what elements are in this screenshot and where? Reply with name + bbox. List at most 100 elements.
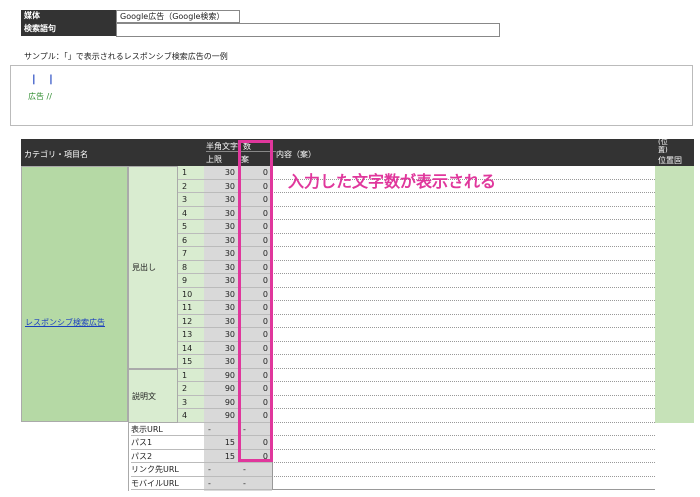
row-content-input[interactable]	[272, 368, 655, 382]
row-content-input[interactable]	[272, 220, 655, 234]
row-limit: -	[204, 423, 239, 436]
table-row: 5 30 0	[21, 220, 694, 234]
extra-row-label: 表示URL	[131, 423, 204, 436]
row-content-input[interactable]	[272, 422, 655, 436]
row-content-input[interactable]	[272, 193, 655, 207]
table-row: 9 30 0	[21, 274, 694, 288]
row-limit: 30	[204, 274, 239, 288]
row-number: 3	[178, 396, 204, 409]
sample-ad-label: 広告 //	[28, 92, 52, 101]
row-limit: 30	[204, 288, 239, 301]
row-number: 2	[178, 382, 204, 396]
row-content-input[interactable]	[272, 233, 655, 247]
header-content: 内容（案）	[276, 150, 316, 159]
row-number: 4	[178, 207, 204, 220]
row-content-input[interactable]	[272, 395, 655, 409]
row-content-input[interactable]	[272, 476, 655, 490]
row-number: 11	[178, 301, 204, 315]
row-content-input[interactable]	[272, 301, 655, 315]
row-number: 3	[178, 193, 204, 207]
row-content-input[interactable]	[272, 341, 655, 355]
row-content-input[interactable]	[272, 260, 655, 274]
row-limit: 30	[204, 315, 239, 328]
table-row: 1 90 0	[21, 368, 694, 382]
header-position-fixed: 位置固	[658, 156, 682, 165]
sample-caption: サンプル：「」で表示されるレスポンシブ検索広告の一例	[24, 52, 228, 61]
table-row: モバイルURL - -	[21, 476, 694, 490]
row-number: 5	[178, 220, 204, 234]
row-limit: 30	[204, 328, 239, 342]
callout-text: 入力した文字数が表示される	[288, 172, 497, 191]
extra-row-label: リンク先URL	[131, 463, 204, 477]
row-limit: 30	[204, 301, 239, 315]
table-row: 12 30 0	[21, 314, 694, 328]
row-limit: -	[204, 477, 239, 490]
row-limit: 30	[204, 234, 239, 247]
row-content-input[interactable]	[272, 382, 655, 396]
row-number: 14	[178, 342, 204, 355]
row-content-input[interactable]	[272, 436, 655, 450]
row-number: 4	[178, 409, 204, 423]
row-limit: 15	[204, 436, 239, 450]
extra-row-label: パス2	[131, 450, 204, 463]
row-draft-count: -	[239, 477, 272, 490]
keyword-field[interactable]	[116, 23, 500, 37]
table-row: 13 30 0	[21, 328, 694, 342]
table-row: 2 90 0	[21, 382, 694, 396]
row-limit: 90	[204, 396, 239, 409]
table-body: 1 30 0 2 30 0 3 30 0 4 30 0 5 30 0 6 30 0 7 30 0 8 30 0 9 30 0 10 30…	[21, 166, 694, 491]
row-content-input[interactable]	[272, 247, 655, 261]
table-row: 3 90 0	[21, 395, 694, 409]
row-number: 7	[178, 247, 204, 261]
table-row: 14 30 0	[21, 341, 694, 355]
table-row: パス1 15 0	[21, 436, 694, 450]
row-number: 8	[178, 261, 204, 274]
row-content-input[interactable]	[272, 463, 655, 477]
header-limit: 上限	[206, 155, 222, 164]
row-number: 9	[178, 274, 204, 288]
table-row: 表示URL - -	[21, 422, 694, 436]
row-content-input[interactable]	[272, 274, 655, 288]
keyword-label: 検索語句	[21, 23, 116, 36]
row-limit: 30	[204, 193, 239, 207]
row-content-input[interactable]	[272, 449, 655, 463]
row-content-input[interactable]	[272, 355, 655, 369]
row-limit: 30	[204, 355, 239, 369]
row-content-input[interactable]	[272, 287, 655, 301]
table-row: 8 30 0	[21, 260, 694, 274]
row-number: 15	[178, 355, 204, 369]
row-number: 10	[178, 288, 204, 301]
row-draft-count: -	[239, 463, 272, 477]
row-content-input[interactable]	[272, 206, 655, 220]
row-limit: 30	[204, 166, 239, 180]
media-value: Google広告（Google検索）	[116, 10, 240, 23]
row-limit: 90	[204, 409, 239, 423]
table-row: 7 30 0	[21, 247, 694, 261]
table-row: 10 30 0	[21, 287, 694, 301]
table-row: 4 30 0	[21, 206, 694, 220]
row-limit: 30	[204, 342, 239, 355]
table-row: パス2 15 0	[21, 449, 694, 463]
row-limit: 15	[204, 450, 239, 463]
table-header	[21, 139, 694, 166]
table-row: 11 30 0	[21, 301, 694, 315]
row-limit: 30	[204, 207, 239, 220]
row-number: 1	[178, 369, 204, 382]
row-content-input[interactable]	[272, 314, 655, 328]
table-row: 4 90 0	[21, 409, 694, 423]
row-number: 12	[178, 315, 204, 328]
row-number: 2	[178, 180, 204, 193]
row-content-input[interactable]	[272, 328, 655, 342]
table-row: リンク先URL - -	[21, 463, 694, 477]
media-label: 媒体	[21, 10, 116, 23]
table-row: 3 30 0	[21, 193, 694, 207]
header-position-top: (位 置)	[658, 138, 668, 154]
sample-pipes: | |	[32, 74, 58, 85]
count-highlight-box	[238, 140, 273, 462]
row-limit: 30	[204, 261, 239, 274]
table-row: 15 30 0	[21, 355, 694, 369]
row-number: 13	[178, 328, 204, 342]
row-limit: 90	[204, 382, 239, 396]
row-limit: -	[204, 463, 239, 477]
row-content-input[interactable]	[272, 409, 655, 423]
